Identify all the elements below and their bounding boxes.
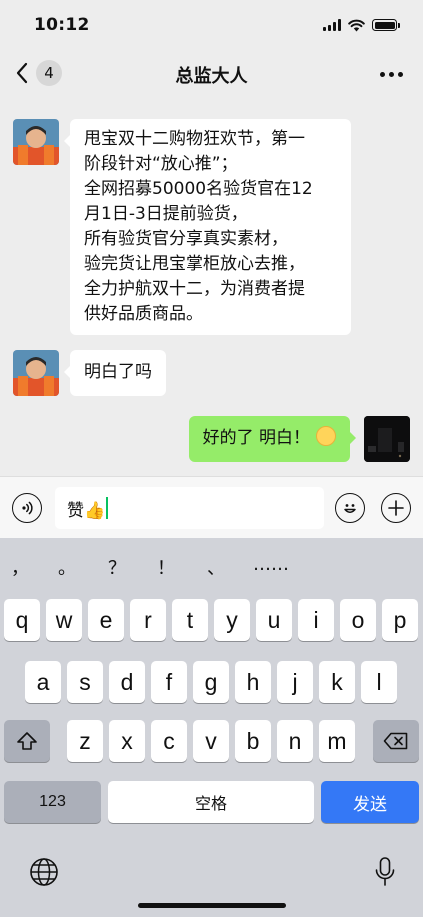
chat-title: 总监大人: [175, 66, 248, 87]
more-functions-button[interactable]: [381, 493, 411, 523]
key-l[interactable]: l: [361, 661, 397, 703]
sent-message-bubble[interactable]: 好的了 明白！: [188, 416, 357, 462]
message-line: 所有验货官分享真实素材，: [84, 229, 288, 249]
punctuation-key[interactable]: 。: [58, 554, 76, 580]
key-r[interactable]: r: [130, 599, 166, 641]
punctuation-key[interactable]: ？: [108, 554, 126, 580]
cellular-signal-icon: [323, 19, 341, 31]
key-n[interactable]: n: [277, 720, 313, 762]
keyboard: ， 。 ？ ！ 、 …… q w e r t y u i o p a s d f…: [0, 538, 423, 917]
text-caret: [106, 497, 109, 519]
contact-avatar[interactable]: [13, 119, 59, 165]
key-d[interactable]: d: [109, 661, 145, 703]
key-i[interactable]: i: [298, 599, 334, 641]
contact-avatar[interactable]: [13, 350, 59, 396]
emoji-button[interactable]: [335, 493, 365, 523]
punctuation-key[interactable]: 、: [207, 554, 225, 580]
status-time: 10:12: [34, 15, 90, 35]
key-x[interactable]: x: [109, 720, 145, 762]
key-a[interactable]: a: [25, 661, 61, 703]
message-bubble[interactable]: 甩宝双十二购物狂欢节，第一 阶段针对“放心推”； 全网招募50000名验货官在1…: [64, 119, 351, 335]
key-h[interactable]: h: [235, 661, 271, 703]
message-line: 阶段针对“放心推”；: [84, 154, 238, 174]
message-text: 好的了 明白！: [202, 428, 310, 448]
home-indicator: [138, 903, 286, 908]
key-z[interactable]: z: [67, 720, 103, 762]
key-m[interactable]: m: [319, 720, 355, 762]
battery-icon: [372, 19, 400, 31]
key-o[interactable]: o: [340, 599, 376, 641]
more-options-icon[interactable]: [380, 72, 403, 77]
punctuation-suggestions: ， 。 ？ ！ 、 ……: [0, 548, 423, 590]
my-avatar[interactable]: [364, 416, 410, 462]
message-line: 全网招募50000名验货官在12: [84, 179, 313, 199]
key-g[interactable]: g: [193, 661, 229, 703]
key-w[interactable]: w: [46, 599, 82, 641]
message-text: 明白了吗: [84, 362, 152, 382]
message-line: 甩宝双十二购物狂欢节，第一: [84, 129, 305, 149]
key-s[interactable]: s: [67, 661, 103, 703]
shift-icon: [17, 732, 37, 750]
status-icons: [323, 19, 400, 32]
key-u[interactable]: u: [256, 599, 292, 641]
key-t[interactable]: t: [172, 599, 208, 641]
message-line: 全力护航双十二，为消费者提: [84, 279, 305, 299]
key-e[interactable]: e: [88, 599, 124, 641]
send-key[interactable]: 发送: [321, 781, 419, 823]
chat-header: 4 总监大人: [0, 50, 423, 100]
message-list: 甩宝双十二购物狂欢节，第一 阶段针对“放心推”； 全网招募50000名验货官在1…: [0, 100, 423, 476]
message-line: 供好品质商品。: [84, 304, 203, 324]
key-y[interactable]: y: [214, 599, 250, 641]
status-bar: 10:12: [0, 0, 423, 50]
voice-input-button[interactable]: [12, 493, 42, 523]
message-bubble[interactable]: 明白了吗: [64, 350, 166, 396]
key-q[interactable]: q: [4, 599, 40, 641]
key-v[interactable]: v: [193, 720, 229, 762]
message-input-value: 赞👍: [67, 500, 106, 521]
key-j[interactable]: j: [277, 661, 313, 703]
microphone-icon[interactable]: [374, 856, 396, 888]
punctuation-key[interactable]: ……: [253, 554, 289, 575]
message-input[interactable]: 赞👍: [55, 487, 324, 529]
smiling-face-icon: [316, 426, 336, 446]
key-p[interactable]: p: [382, 599, 418, 641]
voice-icon: [22, 501, 33, 515]
smiley-icon: [344, 504, 356, 513]
message-input-bar: 赞👍: [0, 476, 423, 538]
key-f[interactable]: f: [151, 661, 187, 703]
key-k[interactable]: k: [319, 661, 355, 703]
punctuation-key[interactable]: ，: [11, 554, 29, 580]
message-line: 验完货让甩宝掌柜放心去推，: [84, 254, 305, 274]
shift-key[interactable]: [4, 720, 50, 762]
globe-icon[interactable]: [29, 857, 59, 887]
plus-icon: [388, 500, 404, 516]
delete-key[interactable]: [373, 720, 419, 762]
punctuation-key[interactable]: ！: [157, 554, 175, 580]
space-key[interactable]: 空格: [108, 781, 314, 823]
key-c[interactable]: c: [151, 720, 187, 762]
message-line: 月1日-3日提前验货，: [84, 204, 248, 224]
backspace-icon: [383, 732, 408, 750]
wifi-icon: [348, 19, 365, 31]
numbers-key[interactable]: 123: [4, 781, 101, 823]
key-b[interactable]: b: [235, 720, 271, 762]
